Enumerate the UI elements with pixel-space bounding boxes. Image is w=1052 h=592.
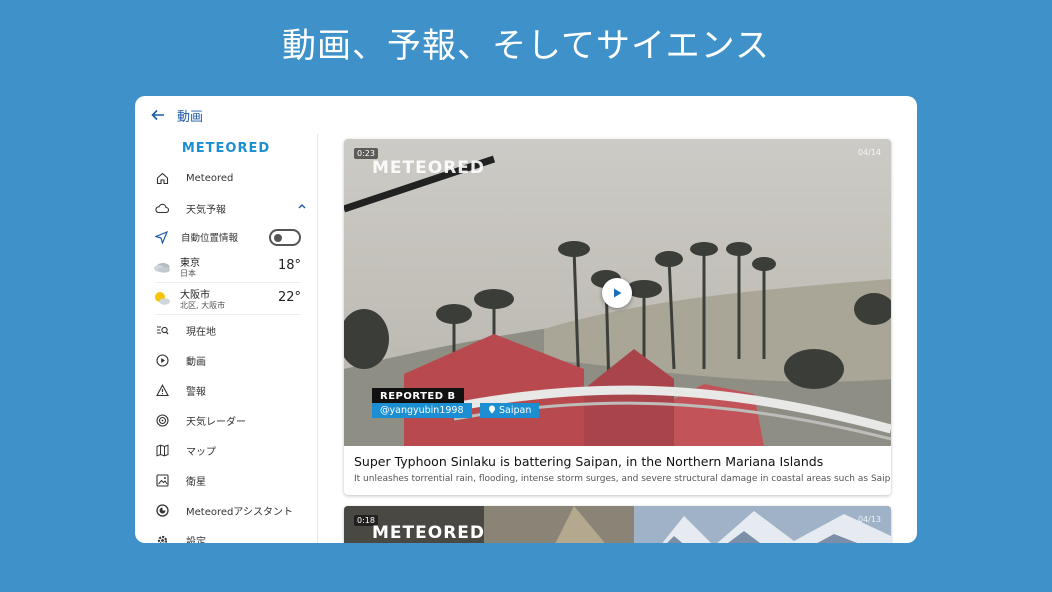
video-thumbnail[interactable]: 0:23 04/14 METEORED REPORTED B @yangyubi…	[344, 139, 891, 446]
assistant-icon	[155, 503, 169, 517]
sidebar-item-label: 天気レーダー	[186, 416, 246, 428]
auto-location-toggle[interactable]	[269, 229, 301, 246]
reporter-username: @yangyubin1998	[372, 403, 472, 418]
map-icon	[155, 443, 169, 457]
sidebar: METEORED Meteored 天気予報 自動位置情報 東京 日本 18° …	[135, 134, 318, 543]
city-name: 東京	[180, 258, 200, 269]
sidebar-item-satellite[interactable]: 衛星	[135, 465, 317, 495]
app-window: 動画 METEORED Meteored 天気予報 自動位置情報 東京 日本 1…	[135, 96, 917, 543]
city-item-tokyo[interactable]: 東京 日本 18°	[154, 251, 301, 283]
city-region: 北区, 大阪市	[180, 301, 226, 310]
city-name: 大阪市	[180, 290, 210, 301]
video-thumbnail[interactable]: 0:18 04/13 METEORED	[344, 506, 891, 543]
video-date: 04/13	[857, 515, 881, 524]
sidebar-item-alerts[interactable]: 警報	[135, 375, 317, 405]
settings-icon	[155, 533, 169, 543]
sidebar-item-current-location[interactable]: 現在地	[135, 315, 317, 345]
sidebar-item-meteored[interactable]: Meteored	[135, 163, 317, 193]
play-circle-icon	[155, 353, 169, 367]
sidebar-item-label: 設定	[186, 536, 206, 544]
sidebar-item-label: マップ	[186, 446, 216, 458]
partly-sunny-icon	[155, 292, 170, 305]
sidebar-item-map[interactable]: マップ	[135, 435, 317, 465]
sidebar-item-assistant[interactable]: Meteoredアシスタント	[135, 495, 317, 525]
video-title[interactable]: Super Typhoon Sinlaku is battering Saipa…	[354, 454, 823, 469]
play-button[interactable]	[602, 278, 632, 308]
reported-location-text: Saipan	[499, 405, 532, 416]
sidebar-item-videos[interactable]: 動画	[135, 345, 317, 375]
city-item-osaka[interactable]: 大阪市 北区, 大阪市 22°	[155, 283, 301, 315]
sidebar-item-forecast[interactable]: 天気予報	[135, 193, 317, 223]
satellite-image-icon	[155, 473, 169, 487]
video-card[interactable]: 0:23 04/14 METEORED REPORTED B @yangyubi…	[344, 139, 891, 495]
city-temperature: 18°	[277, 258, 301, 273]
home-icon	[155, 171, 169, 185]
toggle-knob	[274, 233, 282, 242]
city-temperature: 22°	[277, 290, 301, 305]
top-bar: 動画	[135, 96, 917, 134]
sidebar-item-label: 警報	[186, 386, 206, 398]
video-card[interactable]: 0:18 04/13 METEORED	[344, 506, 891, 543]
page-headline: 動画、予報、そしてサイエンス	[282, 26, 770, 66]
arrow-left-icon	[151, 109, 164, 121]
sidebar-item-label: 天気予報	[186, 204, 226, 216]
page-title: 動画	[177, 109, 204, 125]
city-region: 日本	[180, 269, 196, 278]
sidebar-item-label: Meteoredアシスタント	[186, 506, 293, 518]
sidebar-item-label: 衛星	[186, 476, 206, 488]
reported-location: Saipan	[480, 403, 540, 418]
sidebar-item-settings[interactable]: 設定	[135, 525, 317, 543]
video-date: 04/14	[857, 148, 881, 157]
cloudy-icon	[154, 263, 170, 273]
sidebar-item-label: Meteored	[186, 172, 234, 184]
location-pin-icon	[489, 405, 495, 414]
sidebar-item-radar[interactable]: 天気レーダー	[135, 405, 317, 435]
play-icon	[614, 288, 622, 298]
navigation-arrow-icon	[155, 230, 169, 244]
auto-location-row: 自動位置情報	[135, 223, 317, 251]
chevron-up-icon[interactable]	[297, 201, 307, 211]
auto-location-label: 自動位置情報	[181, 233, 239, 244]
sidebar-item-label: 動画	[186, 356, 206, 368]
video-watermark: METEORED	[372, 158, 486, 178]
warning-icon	[155, 383, 169, 397]
video-description: It unleashes torrential rain, flooding, …	[354, 474, 891, 484]
radar-icon	[155, 413, 169, 427]
location-search-icon	[155, 323, 169, 337]
video-feed: 0:23 04/14 METEORED REPORTED B @yangyubi…	[319, 134, 917, 543]
sidebar-item-label: 現在地	[186, 326, 216, 338]
video-watermark: METEORED	[372, 523, 486, 543]
back-button[interactable]	[149, 106, 167, 124]
cloud-icon	[155, 201, 169, 215]
meteored-logo: METEORED	[181, 141, 271, 156]
